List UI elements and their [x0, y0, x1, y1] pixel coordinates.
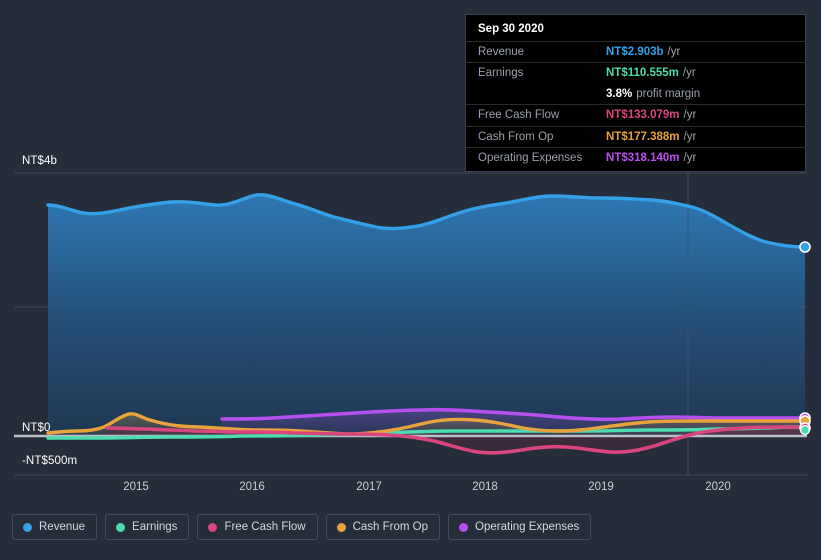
tooltip-row-label: Operating Expenses	[478, 151, 583, 164]
tooltip-row: Earnings NT$110.555m/yr	[466, 62, 805, 83]
legend-color-dot-icon	[459, 522, 469, 532]
chart-legend: Revenue Earnings Free Cash Flow Cash From O…	[12, 514, 592, 540]
data-tooltip: Sep 30 2020 Revenue NT$2.903b/yr Earnings N…	[465, 14, 806, 173]
tooltip-row: Operating Expenses NT$318.140m/yr	[466, 146, 805, 168]
legend-item-label: Operating Expenses	[475, 521, 580, 533]
tooltip-row-unit: profit margin	[636, 87, 701, 100]
tooltip-row-unit: /yr	[667, 46, 681, 58]
tooltip-date: Sep 30 2020	[478, 23, 544, 35]
legend-item-label: Cash From Op	[352, 521, 429, 533]
legend-color-dot-icon	[208, 522, 218, 532]
tooltip-row: Free Cash Flow NT$133.079m/yr	[466, 104, 805, 125]
tooltip-row-label: Cash From Op	[478, 130, 554, 143]
tooltip-row-value: NT$177.388m	[606, 130, 680, 143]
tooltip-row-value: 3.8%	[606, 87, 633, 100]
tooltip-row-value: NT$2.903b	[606, 46, 664, 58]
legend-item-free-cash-flow[interactable]: Free Cash Flow	[197, 514, 318, 540]
tooltip-row-value: NT$133.079m	[606, 109, 680, 122]
tooltip-row: Cash From Op NT$177.388m/yr	[466, 125, 805, 147]
financial-performance-chart: NT$4b NT$0 -NT$500m 2015 2016 2017 2018 2019…	[0, 0, 821, 560]
tooltip-row-value: NT$318.140m	[606, 151, 680, 164]
tooltip-row-value: NT$110.555m	[606, 67, 679, 80]
tooltip-rows: Revenue NT$2.903b/yr Earnings NT$110.555m/y…	[466, 41, 805, 168]
earnings-endpoint-marker	[799, 424, 811, 436]
tooltip-row: Revenue NT$2.903b/yr	[466, 41, 805, 62]
legend-item-label: Earnings	[132, 521, 178, 533]
tooltip-row-label: Revenue	[478, 46, 525, 58]
legend-item-label: Free Cash Flow	[224, 521, 306, 533]
legend-item-cash-from-op[interactable]: Cash From Op	[325, 514, 441, 540]
tooltip-row-label: Earnings	[478, 67, 524, 80]
tooltip-row-label: Free Cash Flow	[478, 109, 560, 122]
legend-item-revenue[interactable]: Revenue	[12, 514, 98, 540]
revenue-endpoint-marker	[799, 241, 811, 253]
tooltip-row-unit: /yr	[682, 67, 696, 80]
legend-item-label: Revenue	[39, 521, 86, 533]
legend-item-operating-expenses[interactable]: Operating Expenses	[448, 514, 592, 540]
tooltip-row-unit: /yr	[683, 151, 697, 164]
tooltip-row-unit: /yr	[683, 130, 697, 143]
tooltip-row-unit: /yr	[683, 109, 697, 122]
tooltip-row: 3.8% profit margin	[466, 84, 805, 104]
legend-color-dot-icon	[336, 522, 346, 532]
legend-item-earnings[interactable]: Earnings	[105, 514, 190, 540]
legend-color-dot-icon	[116, 522, 126, 532]
revenue-area	[48, 194, 805, 436]
legend-color-dot-icon	[23, 522, 32, 532]
